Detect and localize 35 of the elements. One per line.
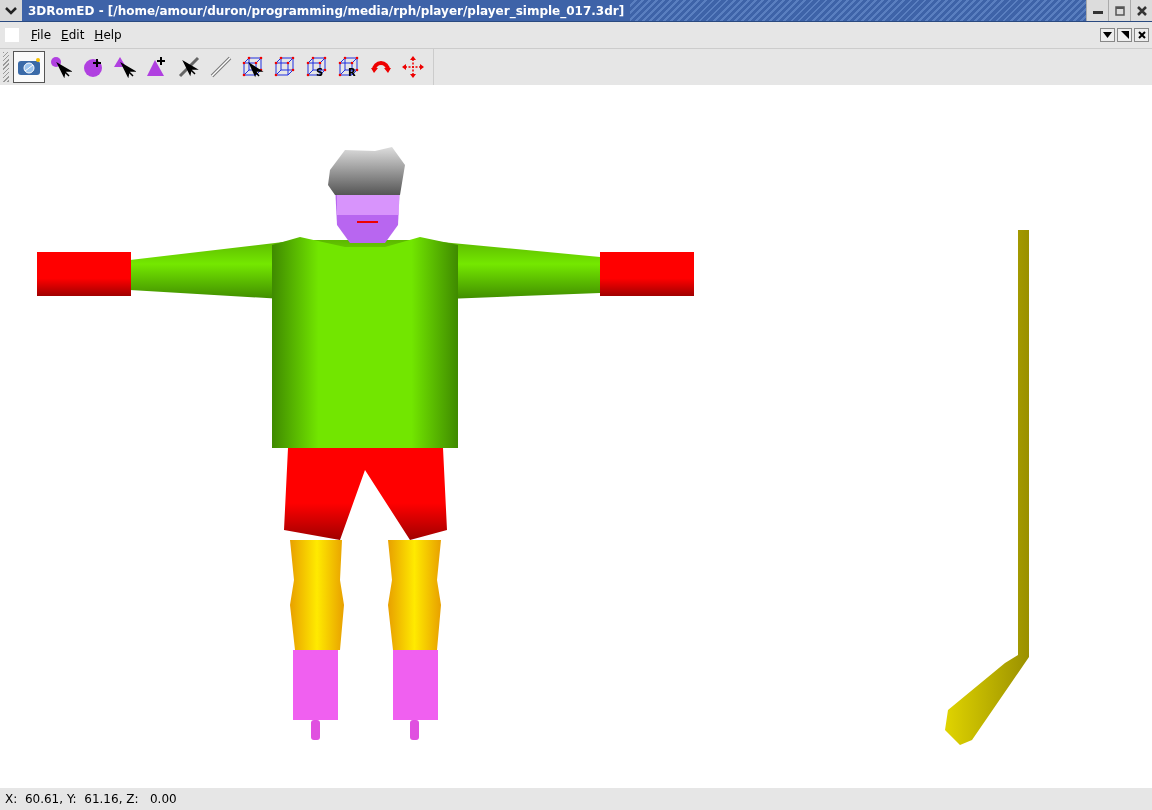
camera-icon (17, 57, 41, 77)
restore-icon (1114, 5, 1125, 16)
line-pointer-icon (178, 56, 200, 78)
window-title: 3DRomED - [/home/amour/duron/programming/media/rph/player/player_simple_017.3dr] (27, 3, 626, 18)
sphere-pointer-icon (50, 56, 72, 78)
toolbar-button[interactable] (13, 51, 45, 83)
menu-item[interactable]: Edit (57, 26, 89, 44)
triangle-down-icon (1103, 32, 1112, 38)
cube-pointer-icon (242, 56, 264, 78)
menu-item[interactable]: File (27, 26, 56, 44)
sphere-plus-icon (82, 56, 104, 78)
hockey-stick-drawing[interactable] (945, 230, 1029, 745)
cube-icon (274, 56, 296, 78)
triangle-plus-icon (146, 56, 168, 78)
close-button[interactable] (1130, 0, 1152, 21)
maximize-button[interactable] (1108, 0, 1130, 21)
viewport[interactable] (0, 85, 1152, 788)
document-icon (5, 28, 19, 42)
player-model-drawing[interactable] (37, 147, 694, 740)
mdi-close-button[interactable] (1134, 28, 1149, 42)
corner-triangle-icon (1120, 31, 1129, 39)
move-arrows-icon (402, 56, 424, 78)
line-icon (210, 56, 232, 78)
close-icon (1136, 5, 1147, 16)
minimize-button[interactable] (1086, 0, 1108, 21)
triangle-pointer-icon (114, 56, 136, 78)
toolbar-grip[interactable] (3, 52, 9, 82)
coordinates-text: X: 60.61, Y: 61.16, Z: 0.00 (5, 792, 177, 806)
chevron-down-icon (5, 6, 17, 15)
close-icon (1137, 31, 1146, 39)
mdi-menu-button[interactable] (1100, 28, 1115, 42)
window-menu-button[interactable] (0, 0, 22, 21)
mdi-restore-button[interactable] (1117, 28, 1132, 42)
menu-item[interactable]: Help (90, 26, 126, 44)
rotate-arrow-icon (370, 60, 392, 74)
